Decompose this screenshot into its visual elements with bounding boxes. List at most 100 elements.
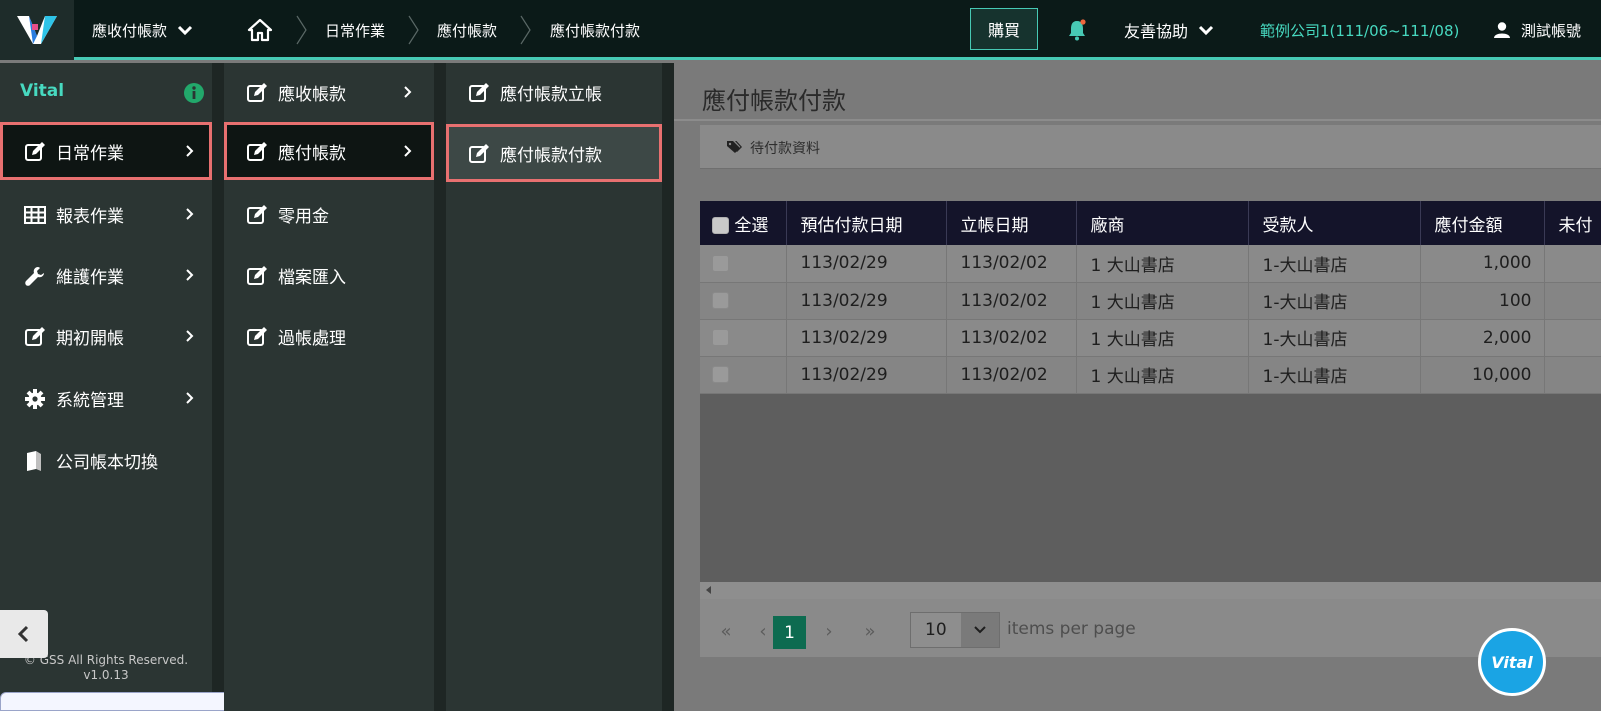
cell-unpaid <box>1544 356 1601 394</box>
chevron-down-icon <box>1198 25 1214 36</box>
leafmenu-item-label: 應付帳款立帳 <box>500 85 602 105</box>
row-checkbox[interactable] <box>712 254 729 272</box>
column-header-post-date[interactable]: 立帳日期 <box>946 201 1077 245</box>
column-header-payee[interactable]: 受款人 <box>1248 201 1421 245</box>
sidebar-item-switch-book[interactable]: 公司帳本切換 <box>0 431 212 489</box>
column-header-amount[interactable]: 應付金額 <box>1420 201 1545 245</box>
cell-post-date: 113/02/02 <box>946 245 1077 283</box>
chevron-right-icon <box>186 269 194 281</box>
select-all-header[interactable]: 全選 <box>700 201 787 245</box>
cell-vendor: 1 大山書店 <box>1076 319 1249 357</box>
section-header: 待付款資料 <box>700 125 1601 169</box>
buy-button[interactable]: 購買 <box>970 8 1038 50</box>
cell-vendor: 1 大山書店 <box>1076 282 1249 320</box>
chevron-right-icon <box>404 145 412 157</box>
cell-unpaid <box>1544 282 1601 320</box>
row-checkbox[interactable] <box>712 292 729 309</box>
book-icon <box>27 451 41 471</box>
cell-vendor: 1 大山書店 <box>1076 245 1249 283</box>
table-row[interactable]: 113/02/29 113/02/02 1 大山書店 1-大山書店 2,000 <box>700 319 1601 357</box>
submenu-item-label: 應收帳款 <box>278 85 346 105</box>
cell-payee: 1-大山書店 <box>1248 245 1421 283</box>
cell-post-date: 113/02/02 <box>946 319 1077 357</box>
sidebar-item-daily[interactable]: 日常作業 <box>0 122 212 180</box>
cell-unpaid <box>1544 245 1601 283</box>
table-header-row: 全選 預估付款日期 立帳日期 廠商 受款人 應付金額 未付 <box>700 201 1601 245</box>
table-icon <box>24 206 46 224</box>
column-header-unpaid[interactable]: 未付 <box>1544 201 1601 245</box>
home-button[interactable] <box>246 16 274 44</box>
column-header-due-date[interactable]: 預估付款日期 <box>786 201 947 245</box>
breadcrumb-item-payable[interactable]: 應付帳款 <box>437 0 497 60</box>
account-menu[interactable]: 測試帳號 <box>1493 0 1581 60</box>
pending-payment-table: 全選 預估付款日期 立帳日期 廠商 受款人 應付金額 未付 113/02/29 … <box>700 201 1601 394</box>
row-checkbox[interactable] <box>712 366 729 383</box>
edit-icon <box>469 144 489 163</box>
cell-amount: 10,000 <box>1420 356 1545 394</box>
chevron-down-icon <box>177 25 193 36</box>
cell-payee: 1-大山書店 <box>1248 282 1421 320</box>
cell-amount: 2,000 <box>1420 319 1545 357</box>
cell-unpaid <box>1544 319 1601 357</box>
wrench-icon <box>25 267 44 286</box>
select-all-label: 全選 <box>734 215 769 236</box>
first-page-button[interactable]: « <box>711 616 741 646</box>
cell-post-date: 113/02/02 <box>946 356 1077 394</box>
submenu-item-petty-cash[interactable]: 零用金 <box>224 185 434 243</box>
edit-icon <box>25 327 45 346</box>
company-selector[interactable]: 範例公司1(111/06~111/08) <box>1260 0 1459 60</box>
sidebar-item-maintenance[interactable]: 維護作業 <box>0 246 212 304</box>
cell-post-date: 113/02/02 <box>946 282 1077 320</box>
leaf-menu-divider <box>662 63 674 711</box>
chevron-right-icon <box>186 330 194 342</box>
submenu-item-file-import[interactable]: 檔案匯入 <box>224 246 434 304</box>
table-row[interactable]: 113/02/29 113/02/02 1 大山書店 1-大山書店 100 <box>700 282 1601 320</box>
submenu-divider <box>434 63 446 711</box>
app-logo[interactable] <box>0 0 74 60</box>
sidebar-item-system[interactable]: 系統管理 <box>0 369 212 427</box>
sidebar-item-label: 期初開帳 <box>56 329 124 349</box>
horizontal-scrollbar[interactable] <box>700 582 1601 599</box>
app-module-label: 應收付帳款 <box>92 21 168 40</box>
submenu-item-label: 零用金 <box>278 207 329 227</box>
sidebar-item-label: 報表作業 <box>56 207 124 227</box>
chevron-left-icon <box>17 625 29 643</box>
submenu-item-receivable[interactable]: 應收帳款 <box>224 63 434 121</box>
row-checkbox[interactable] <box>712 329 729 346</box>
page-size-label: items per page <box>1007 619 1136 639</box>
current-page-button[interactable]: 1 <box>773 616 806 649</box>
edit-icon <box>469 83 489 102</box>
table-row[interactable]: 113/02/29 113/02/02 1 大山書店 1-大山書店 1,000 <box>700 245 1601 283</box>
submenu-item-payable[interactable]: 應付帳款 <box>224 122 434 180</box>
page-size-select[interactable]: 10 <box>910 612 1000 648</box>
next-page-button[interactable]: › <box>814 616 844 646</box>
edit-icon <box>247 327 267 346</box>
leafmenu-item-payable-payment[interactable]: 應付帳款付款 <box>446 124 662 182</box>
submenu-item-posting[interactable]: 過帳處理 <box>224 307 434 365</box>
bell-icon <box>1069 19 1086 41</box>
leafmenu-item-label: 應付帳款付款 <box>500 146 602 166</box>
breadcrumb-separator <box>520 15 531 45</box>
leafmenu-item-payable-entry[interactable]: 應付帳款立帳 <box>446 63 662 121</box>
gear-icon <box>25 389 45 409</box>
last-page-button[interactable]: » <box>855 616 885 646</box>
column-header-vendor[interactable]: 廠商 <box>1076 201 1249 245</box>
edit-icon <box>247 205 267 224</box>
sidebar-item-opening[interactable]: 期初開帳 <box>0 307 212 365</box>
help-menu[interactable]: 友善協助 <box>1124 0 1214 60</box>
help-menu-label: 友善協助 <box>1124 22 1189 41</box>
sidebar-item-reports[interactable]: 報表作業 <box>0 185 212 243</box>
edit-icon <box>25 142 45 161</box>
app-module-menu[interactable]: 應收付帳款 <box>92 0 193 60</box>
table-row[interactable]: 113/02/29 113/02/02 1 大山書店 1-大山書店 10,000 <box>700 356 1601 394</box>
notification-button[interactable] <box>1065 18 1089 42</box>
breadcrumb-item-daily[interactable]: 日常作業 <box>325 0 385 60</box>
vital-assistant-button[interactable]: Vital <box>1478 628 1546 696</box>
scroll-left-arrow-icon[interactable] <box>706 586 711 594</box>
select-all-checkbox[interactable] <box>712 217 729 234</box>
info-icon[interactable] <box>183 82 205 104</box>
collapse-sidebar-button[interactable] <box>0 610 48 658</box>
breadcrumb-separator <box>408 15 419 45</box>
page-size-dropdown-toggle[interactable] <box>961 613 999 647</box>
cell-amount: 1,000 <box>1420 245 1545 283</box>
